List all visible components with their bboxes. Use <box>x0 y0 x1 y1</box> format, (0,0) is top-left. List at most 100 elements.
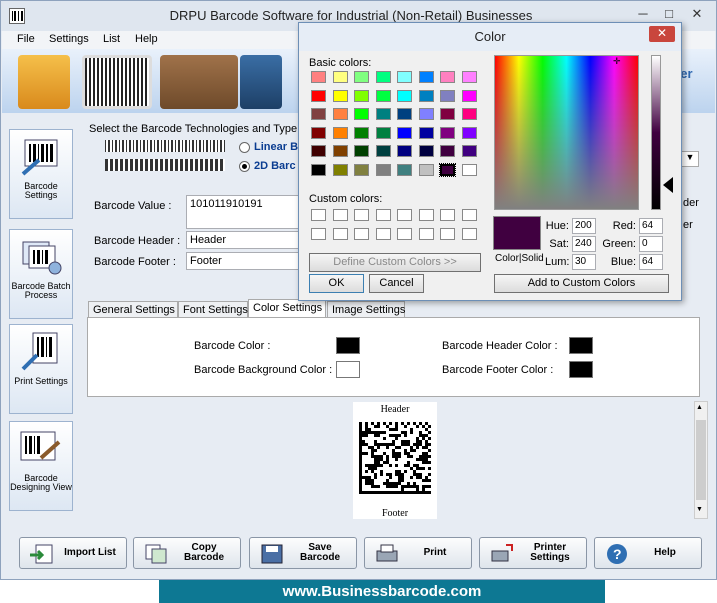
basic-color-swatch[interactable] <box>332 89 348 102</box>
lum-input[interactable]: 30 <box>572 254 596 270</box>
basic-color-swatch[interactable] <box>461 163 477 176</box>
custom-color-swatch[interactable] <box>354 228 369 240</box>
custom-color-swatch[interactable] <box>461 209 477 221</box>
basic-color-swatch[interactable] <box>332 108 348 120</box>
window-close-button[interactable]: ✕ <box>685 5 709 23</box>
basic-color-swatch[interactable] <box>311 71 326 83</box>
custom-color-swatch[interactable] <box>332 228 348 240</box>
basic-color-swatch[interactable] <box>311 89 326 102</box>
barcode-value-input[interactable]: 101011910191 <box>186 195 300 229</box>
basic-color-swatch[interactable] <box>461 126 477 139</box>
barcode-color-swatch[interactable] <box>336 337 360 354</box>
barcode-header-input[interactable]: Header <box>186 231 300 249</box>
scroll-down-icon[interactable]: ▼ <box>696 506 703 513</box>
import-list-button[interactable]: Import List <box>19 537 127 569</box>
dialog-close-button[interactable]: ✕ <box>649 26 675 42</box>
help-button[interactable]: ? Help <box>594 537 702 569</box>
basic-color-swatch[interactable] <box>439 162 456 177</box>
custom-color-swatch[interactable] <box>440 209 455 221</box>
ok-button[interactable]: OK <box>309 274 364 293</box>
basic-color-swatch[interactable] <box>397 89 412 102</box>
basic-color-swatch[interactable] <box>354 145 369 157</box>
basic-color-swatch[interactable] <box>418 71 434 83</box>
background-color-swatch[interactable] <box>336 361 360 378</box>
save-barcode-button[interactable]: Save Barcode <box>249 537 357 569</box>
define-custom-colors-button[interactable]: Define Custom Colors >> <box>309 253 481 272</box>
basic-color-swatch[interactable] <box>397 71 412 83</box>
custom-color-swatch[interactable] <box>375 228 391 240</box>
print-button[interactable]: Print <box>364 537 472 569</box>
cancel-button[interactable]: Cancel <box>369 274 424 293</box>
basic-color-swatch[interactable] <box>440 89 455 102</box>
basic-color-swatch[interactable] <box>418 89 434 102</box>
basic-color-swatch[interactable] <box>461 71 477 83</box>
footer-color-swatch[interactable] <box>569 361 593 378</box>
luminosity-arrow-icon[interactable] <box>663 177 673 193</box>
printer-settings-button[interactable]: Printer Settings <box>479 537 587 569</box>
basic-color-swatch[interactable] <box>461 108 477 120</box>
basic-color-swatch[interactable] <box>354 71 369 83</box>
preview-scrollbar[interactable]: ▲ ▼ <box>694 401 708 519</box>
custom-color-swatch[interactable] <box>311 228 326 240</box>
custom-color-swatch[interactable] <box>418 209 434 221</box>
basic-color-swatch[interactable] <box>440 71 455 83</box>
website-banner[interactable]: www.Businessbarcode.com <box>159 580 605 603</box>
tab-general-settings[interactable]: General Settings <box>88 301 178 318</box>
basic-color-swatch[interactable] <box>375 89 391 102</box>
custom-color-swatch[interactable] <box>397 209 412 221</box>
custom-color-swatch[interactable] <box>375 209 391 221</box>
header-color-swatch[interactable] <box>569 337 593 354</box>
basic-color-swatch[interactable] <box>375 108 391 120</box>
luminosity-slider[interactable] <box>651 55 661 210</box>
green-input[interactable]: 0 <box>639 236 663 252</box>
sidebar-item-print-settings[interactable]: Print Settings <box>9 324 73 414</box>
custom-color-swatch[interactable] <box>418 228 434 240</box>
basic-color-swatch[interactable] <box>311 126 326 139</box>
basic-color-swatch[interactable] <box>418 126 434 139</box>
basic-color-swatch[interactable] <box>332 71 348 83</box>
tab-image-settings[interactable]: Image Settings <box>327 301 405 318</box>
blue-input[interactable]: 64 <box>639 254 663 270</box>
scroll-up-icon[interactable]: ▲ <box>696 404 703 411</box>
custom-color-swatch[interactable] <box>397 228 412 240</box>
menu-list[interactable]: List <box>103 33 120 45</box>
basic-color-swatch[interactable] <box>354 108 369 120</box>
basic-color-swatch[interactable] <box>311 145 326 157</box>
basic-color-swatch[interactable] <box>375 163 391 176</box>
basic-color-swatch[interactable] <box>461 145 477 157</box>
dropdown-chevron-icon[interactable]: ▼ <box>681 151 699 167</box>
basic-color-swatch[interactable] <box>311 108 326 120</box>
red-input[interactable]: 64 <box>639 218 663 234</box>
basic-color-swatch[interactable] <box>440 126 455 139</box>
sat-input[interactable]: 240 <box>572 236 596 252</box>
add-custom-colors-button[interactable]: Add to Custom Colors <box>494 274 669 293</box>
basic-color-swatch[interactable] <box>418 108 434 120</box>
custom-color-swatch[interactable] <box>354 209 369 221</box>
tab-font-settings[interactable]: Font Settings <box>178 301 248 318</box>
basic-color-swatch[interactable] <box>332 126 348 139</box>
custom-color-swatch[interactable] <box>461 228 477 240</box>
hue-input[interactable]: 200 <box>572 218 596 234</box>
basic-color-swatch[interactable] <box>440 108 455 120</box>
custom-color-swatch[interactable] <box>311 209 326 221</box>
basic-color-swatch[interactable] <box>397 108 412 120</box>
sidebar-item-batch-process[interactable]: Barcode Batch Process <box>9 229 73 319</box>
basic-color-swatch[interactable] <box>354 126 369 139</box>
sidebar-item-designing-view[interactable]: Barcode Designing View <box>9 421 73 511</box>
basic-color-swatch[interactable] <box>461 89 477 102</box>
basic-color-swatch[interactable] <box>354 163 369 176</box>
basic-color-swatch[interactable] <box>375 145 391 157</box>
basic-color-swatch[interactable] <box>375 126 391 139</box>
basic-color-swatch[interactable] <box>354 89 369 102</box>
color-spectrum-picker[interactable]: ✛ <box>494 55 639 210</box>
custom-color-swatch[interactable] <box>440 228 455 240</box>
maximize-button[interactable]: □ <box>657 5 681 23</box>
basic-color-swatch[interactable] <box>332 145 348 157</box>
sidebar-item-barcode-settings[interactable]: Barcode Settings <box>9 129 73 219</box>
scroll-thumb[interactable] <box>696 420 706 500</box>
basic-color-swatch[interactable] <box>375 71 391 83</box>
copy-barcode-button[interactable]: Copy Barcode <box>133 537 241 569</box>
basic-color-swatch[interactable] <box>332 163 348 176</box>
basic-color-swatch[interactable] <box>397 126 412 139</box>
basic-color-swatch[interactable] <box>418 163 434 176</box>
